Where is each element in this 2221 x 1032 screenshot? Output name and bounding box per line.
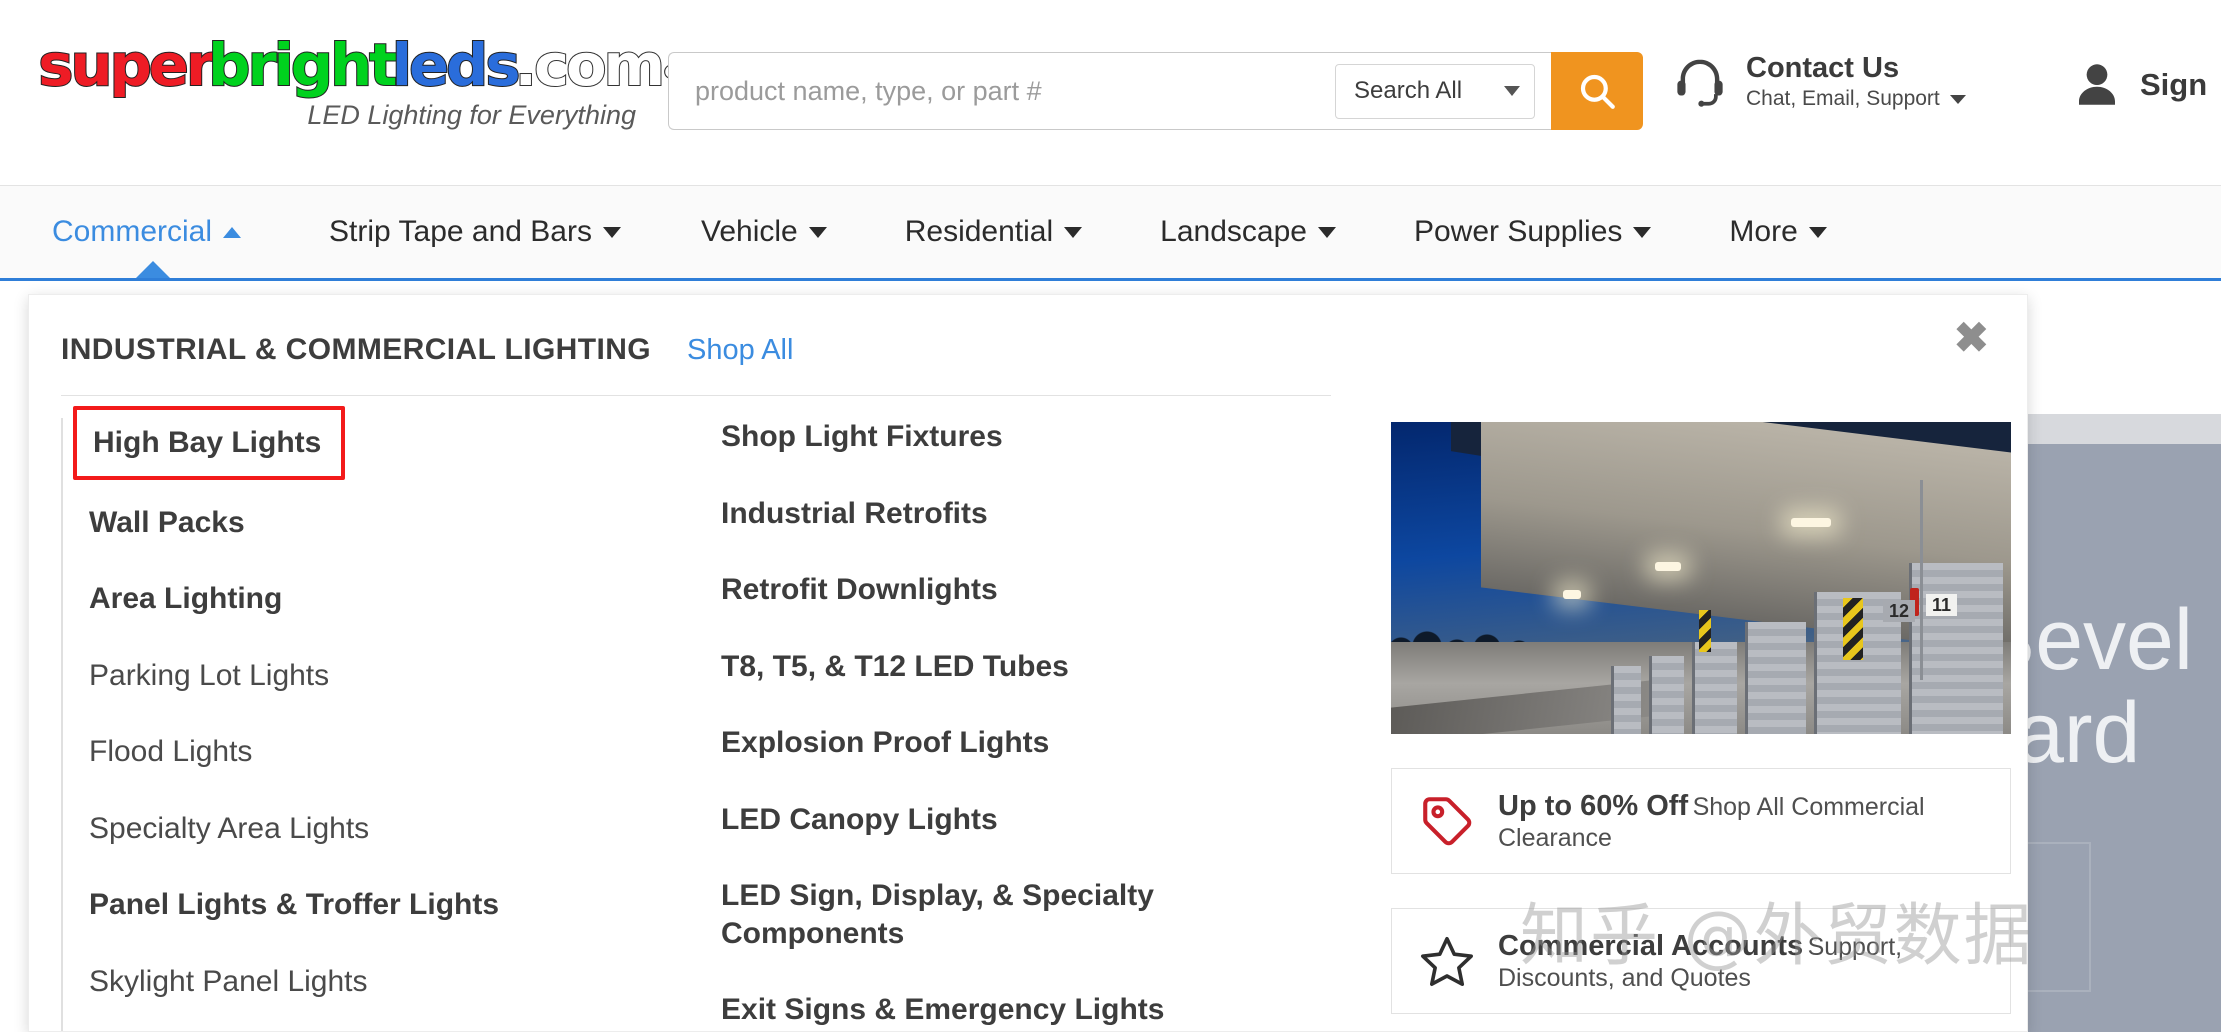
- menu-link-t8-t5-t12-led-tubes[interactable]: T8, T5, & T12 LED Tubes: [721, 648, 1321, 686]
- menu-link-retrofit-downlights[interactable]: Retrofit Downlights: [721, 571, 1321, 609]
- chevron-down-icon: [1633, 226, 1652, 238]
- sign-in-button[interactable]: Sign: [2070, 58, 2207, 112]
- nav-item-label: More: [1729, 215, 1798, 248]
- contact-us-menu[interactable]: Contact Us Chat, Email, Support: [1672, 52, 1966, 111]
- search-bar: Search All: [668, 52, 1643, 130]
- headset-icon: [1677, 59, 1723, 107]
- menu-link-specialty-area-lights[interactable]: Specialty Area Lights: [89, 810, 689, 848]
- contact-us-subtitle: Chat, Email, Support: [1746, 87, 1966, 111]
- nav-item-label: Strip Tape and Bars: [329, 215, 592, 248]
- chevron-down-icon: [1949, 94, 1966, 104]
- hero-hazard-stripe: [1843, 598, 1863, 660]
- mega-menu-promo-column: 11 12 Up to 60% Off Shop All Commercial …: [1391, 418, 2011, 1031]
- hero-dock-door: [1691, 642, 1738, 734]
- mega-menu-column-2: Shop Light Fixtures Industrial Retrofits R…: [721, 418, 1361, 1031]
- mega-menu-column-1: High Bay Lights Wall Packs Area Lighting Pa…: [61, 406, 721, 1031]
- menu-link-panel-lights-troffer-lights[interactable]: Panel Lights & Troffer Lights: [89, 886, 689, 924]
- logo-text-leds: leds: [391, 31, 522, 99]
- menu-link-industrial-retrofits[interactable]: Industrial Retrofits: [721, 495, 1321, 533]
- nav-item-strip-tape-and-bars[interactable]: Strip Tape and Bars: [329, 215, 621, 249]
- star-icon: [1418, 932, 1492, 990]
- hero-dock-door: [1648, 656, 1684, 734]
- promo-card-title: Commercial Accounts: [1498, 929, 1804, 962]
- mega-menu-body: High Bay Lights Wall Packs Area Lighting Pa…: [29, 406, 2027, 1031]
- search-input-container[interactable]: Search All: [668, 52, 1551, 130]
- search-icon: [1580, 74, 1615, 109]
- nav-item-label: Commercial: [52, 215, 213, 248]
- nav-item-more[interactable]: More: [1729, 215, 1827, 249]
- shop-all-link[interactable]: Shop All: [687, 334, 793, 367]
- nav-item-vehicle[interactable]: Vehicle: [701, 215, 827, 249]
- menu-link-parking-lot-lights[interactable]: Parking Lot Lights: [89, 657, 689, 695]
- hero-door-number: 11: [1925, 594, 1957, 616]
- promo-card-title: Up to 60% Off: [1498, 790, 1689, 822]
- main-navigation: Commercial Strip Tape and Bars Vehicle Resi…: [0, 185, 2221, 281]
- nav-item-label: Power Supplies: [1413, 215, 1623, 248]
- nav-item-label: Residential: [904, 215, 1054, 248]
- contact-us-title: Contact Us: [1746, 52, 1900, 84]
- hero-door-number: 12: [1882, 600, 1915, 622]
- promo-card-clearance[interactable]: Up to 60% Off Shop All Commercial Cleara…: [1391, 768, 2011, 874]
- hero-dock-door: [1611, 666, 1641, 734]
- nav-item-residential[interactable]: Residential: [904, 215, 1083, 249]
- search-scope-label: Search All: [1354, 77, 1463, 104]
- chevron-down-icon: [1064, 226, 1083, 238]
- chevron-up-icon: [223, 226, 242, 238]
- close-icon[interactable]: ✖: [1954, 317, 1989, 359]
- menu-link-area-lighting[interactable]: Area Lighting: [89, 580, 689, 618]
- logo-wordmark: superbrightleds.com®: [37, 31, 678, 99]
- promo-card-commercial-accounts[interactable]: Commercial Accounts Support, Discounts, …: [1391, 907, 2011, 1014]
- chevron-down-icon: [1808, 226, 1827, 238]
- chevron-down-icon: [808, 226, 827, 238]
- menu-link-skylight-panel-lights[interactable]: Skylight Panel Lights: [89, 963, 689, 1001]
- menu-link-flood-lights[interactable]: Flood Lights: [89, 733, 689, 771]
- menu-link-led-sign-display-specialty-components[interactable]: LED Sign, Display, & Specialty Component…: [721, 877, 1321, 952]
- contact-us-text: Contact Us Chat, Email, Support: [1746, 52, 1966, 111]
- nav-item-label: Vehicle: [700, 215, 798, 248]
- menu-link-exit-signs-emergency-lights[interactable]: Exit Signs & Emergency Lights: [721, 991, 1321, 1029]
- menu-link-high-bay-lights[interactable]: High Bay Lights: [73, 406, 346, 480]
- hero-pole: [1920, 480, 1923, 680]
- nav-item-label: Landscape: [1160, 215, 1307, 248]
- nav-item-commercial[interactable]: Commercial: [52, 215, 242, 249]
- search-input[interactable]: [695, 75, 1335, 107]
- search-submit-button[interactable]: [1551, 52, 1643, 130]
- menu-link-explosion-proof-lights[interactable]: Explosion Proof Lights: [721, 724, 1321, 762]
- logo-text-super: super: [37, 31, 216, 99]
- price-tag-icon: [1418, 792, 1492, 850]
- menu-link-led-canopy-lights[interactable]: LED Canopy Lights: [721, 801, 1321, 839]
- hero-light-fixture: [1563, 590, 1581, 599]
- menu-link-shop-light-fixtures[interactable]: Shop Light Fixtures: [721, 418, 1321, 456]
- logo-text-bright: bright: [207, 31, 398, 99]
- chevron-down-icon: [602, 226, 621, 238]
- active-nav-pointer: [136, 261, 170, 278]
- nav-item-landscape[interactable]: Landscape: [1160, 215, 1336, 249]
- site-logo[interactable]: superbrightleds.com® LED Lighting for Ev…: [37, 31, 678, 131]
- user-icon: [2079, 64, 2115, 105]
- menu-link-wall-packs[interactable]: Wall Packs: [89, 504, 689, 542]
- mega-menu-hero-image[interactable]: 11 12: [1391, 422, 2011, 734]
- promo-card-text: Commercial Accounts Support, Discounts, …: [1498, 929, 2010, 993]
- promo-card-text: Up to 60% Off Shop All Commercial Cleara…: [1498, 789, 2010, 853]
- nav-item-power-supplies[interactable]: Power Supplies: [1413, 215, 1652, 249]
- logo-text-dotcom: .com: [514, 31, 667, 99]
- hero-dock-door: [1745, 622, 1807, 734]
- chevron-down-icon: [1504, 86, 1520, 96]
- sign-in-label: Sign: [2140, 67, 2208, 102]
- hero-hazard-stripe: [1699, 610, 1711, 652]
- chevron-down-icon: [1317, 226, 1336, 238]
- contact-us-subtitle-label: Chat, Email, Support: [1746, 87, 1940, 111]
- logo-tagline: LED Lighting for Everything: [307, 100, 636, 130]
- hero-dock-doors: [1611, 518, 2011, 734]
- commercial-mega-menu: ✖ INDUSTRIAL & COMMERCIAL LIGHTING Shop …: [28, 294, 2028, 1032]
- search-scope-select[interactable]: Search All: [1335, 63, 1535, 119]
- mega-menu-divider: [61, 395, 1331, 396]
- mega-menu-title: INDUSTRIAL & COMMERCIAL LIGHTING: [61, 333, 652, 366]
- site-header: superbrightleds.com® LED Lighting for Ev…: [0, 0, 2221, 185]
- mega-menu-header: INDUSTRIAL & COMMERCIAL LIGHTING Shop Al…: [29, 295, 2027, 367]
